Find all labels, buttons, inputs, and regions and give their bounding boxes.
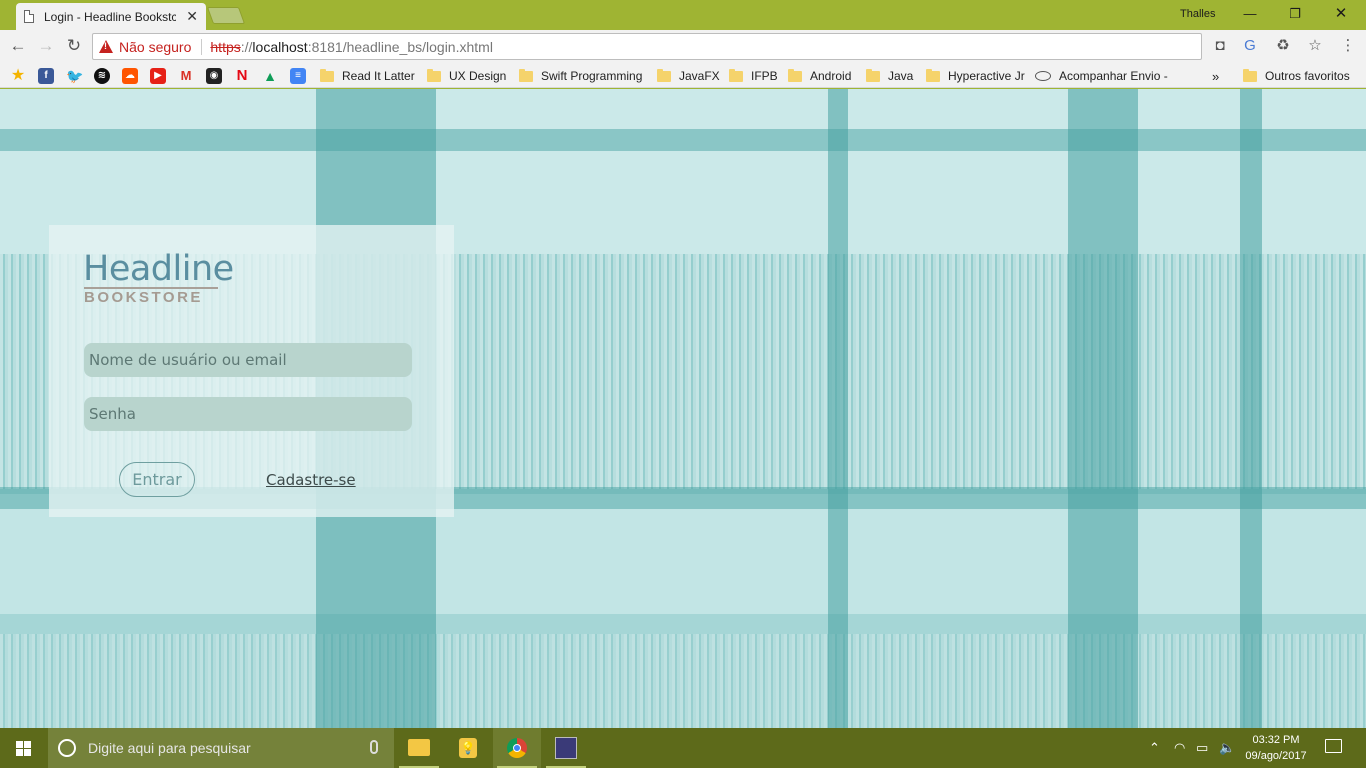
- bookmark-acompanhar-envio[interactable]: Acompanhar Envio -: [1035, 68, 1168, 84]
- folder-icon: [926, 68, 940, 82]
- close-tab-icon[interactable]: ✕: [186, 8, 198, 25]
- new-tab-button[interactable]: [206, 7, 246, 24]
- url-scheme: https: [210, 38, 241, 55]
- menu-icon[interactable]: ⋮: [1338, 36, 1358, 56]
- twitter-icon[interactable]: 🐦: [66, 68, 83, 84]
- folder-icon: [729, 68, 743, 82]
- chrome-app[interactable]: [493, 728, 541, 768]
- file-explorer-app[interactable]: [395, 728, 443, 768]
- clock-date: 09/ago/2017: [1245, 750, 1307, 762]
- taskbar-search-box[interactable]: Digite aqui para pesquisar: [48, 728, 394, 768]
- signup-link[interactable]: Cadastre-se: [266, 471, 356, 489]
- login-card: Headline BOOKSTORE Entrar Cadastre-se: [49, 225, 454, 517]
- folder-icon: [427, 68, 441, 82]
- clock-time: 03:32 PM: [1252, 734, 1300, 746]
- google-drive-icon[interactable]: ▲: [262, 68, 278, 84]
- ide-icon: [555, 737, 577, 759]
- start-button[interactable]: [0, 728, 48, 768]
- extension-icon[interactable]: ◘: [1210, 36, 1230, 56]
- page-viewport: Headline BOOKSTORE Entrar Cadastre-se: [0, 89, 1366, 728]
- restore-button[interactable]: ❐: [1281, 4, 1309, 24]
- soundcloud-icon[interactable]: ☁: [122, 68, 138, 84]
- facebook-icon[interactable]: f: [38, 68, 54, 84]
- camera-icon[interactable]: ◉: [206, 68, 222, 84]
- bookmark-ux-design[interactable]: UX Design: [427, 68, 506, 84]
- login-button[interactable]: Entrar: [119, 462, 195, 497]
- lightbulb-icon: 💡: [459, 738, 477, 758]
- folder-icon: [788, 68, 802, 82]
- security-label[interactable]: Não seguro: [119, 39, 191, 55]
- folder-icon: [519, 68, 533, 82]
- password-input[interactable]: [84, 397, 412, 431]
- ide-app[interactable]: [542, 728, 590, 768]
- gmail-icon[interactable]: M: [178, 68, 194, 84]
- tray-expand-icon[interactable]: ⌃: [1149, 740, 1160, 756]
- translate-icon[interactable]: G: [1240, 36, 1260, 56]
- bookmark-hyperactive-jr[interactable]: Hyperactive Jr: [926, 68, 1025, 84]
- youtube-icon[interactable]: ▶: [150, 68, 166, 84]
- bookmarks-overflow-button[interactable]: »: [1212, 68, 1219, 84]
- recycle-icon[interactable]: ♻: [1273, 36, 1293, 56]
- folder-icon: [1243, 68, 1257, 82]
- bookmark-other-favorites[interactable]: Outros favoritos: [1243, 68, 1350, 84]
- taskbar-clock[interactable]: 03:32 PM 09/ago/2017: [1236, 732, 1316, 764]
- spotify-icon[interactable]: ≋: [94, 68, 110, 84]
- battery-icon[interactable]: ▭: [1196, 740, 1208, 756]
- back-arrow-icon[interactable]: ←: [8, 36, 28, 56]
- bookmark-star-icon[interactable]: ☆: [1305, 36, 1325, 56]
- minimize-button[interactable]: —: [1236, 4, 1264, 24]
- bookmark-read-it-latter[interactable]: Read It Latter: [320, 68, 415, 84]
- wifi-icon[interactable]: ◠: [1174, 740, 1185, 756]
- star-icon[interactable]: ★: [10, 68, 26, 84]
- address-bar[interactable]: Não seguro https://localhost:8181/headli…: [92, 33, 1202, 60]
- bookmark-android[interactable]: Android: [788, 68, 851, 84]
- profile-name[interactable]: Thalles: [1180, 8, 1215, 20]
- volume-icon[interactable]: 🔈: [1219, 740, 1235, 756]
- logo-title: Headline: [83, 249, 234, 289]
- tips-app[interactable]: 💡: [444, 728, 492, 768]
- cortana-icon: [58, 739, 76, 757]
- divider: [201, 38, 203, 55]
- notification-center-icon[interactable]: [1325, 739, 1342, 753]
- folder-icon: [320, 68, 334, 82]
- logo-subtitle: BOOKSTORE: [84, 289, 203, 306]
- package-icon: [1035, 71, 1051, 81]
- browser-toolbar: ← → ↻ Não seguro https://localhost:8181/…: [0, 30, 1366, 63]
- google-docs-icon[interactable]: ≡: [290, 68, 306, 84]
- windows-logo-icon: [16, 741, 31, 756]
- browser-tab-login[interactable]: Login - Headline Bookstc ✕: [16, 3, 206, 30]
- browser-title-bar: Login - Headline Bookstc ✕ Thalles — ❐ ✕: [0, 0, 1366, 30]
- microphone-icon[interactable]: [370, 740, 378, 754]
- warning-icon: [99, 40, 113, 53]
- close-window-button[interactable]: ✕: [1327, 4, 1355, 24]
- forward-arrow-icon[interactable]: →: [36, 36, 56, 56]
- search-placeholder: Digite aqui para pesquisar: [88, 740, 251, 756]
- tab-title: Login - Headline Bookstc: [44, 9, 176, 24]
- url-separator: ://: [240, 38, 253, 55]
- bookmark-ifpb[interactable]: IFPB: [729, 68, 778, 84]
- bookmark-java[interactable]: Java: [866, 68, 913, 84]
- bookmarks-bar: ★ f 🐦 ≋ ☁ ▶ M ◉ N ▲ ≡ Read It Latter UX …: [0, 63, 1366, 88]
- reload-icon[interactable]: ↻: [64, 36, 84, 56]
- windows-taskbar: Digite aqui para pesquisar 💡 ⌃ ◠ ▭ 🔈 03:…: [0, 728, 1366, 768]
- folder-icon: [866, 68, 880, 82]
- netflix-icon[interactable]: N: [234, 68, 250, 84]
- folder-icon: [408, 739, 430, 756]
- bookmark-swift-programming[interactable]: Swift Programming: [519, 68, 642, 84]
- url-host: localhost: [252, 38, 308, 55]
- page-icon: [24, 10, 34, 23]
- username-input[interactable]: [84, 343, 412, 377]
- folder-icon: [657, 68, 671, 82]
- url-path: :8181/headline_bs/login.xhtml: [307, 38, 493, 55]
- bookmark-javafx[interactable]: JavaFX: [657, 68, 720, 84]
